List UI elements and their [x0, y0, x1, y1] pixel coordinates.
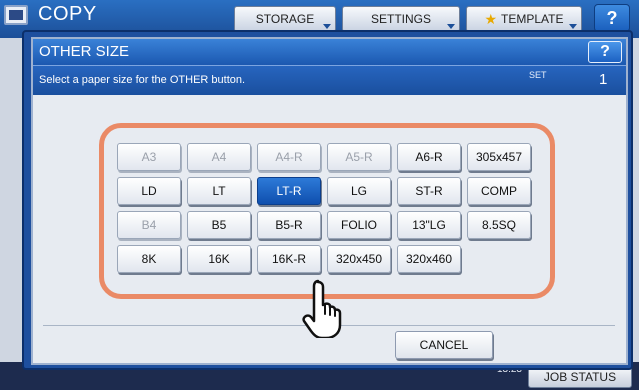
screen: COPY STORAGE SETTINGS ★ TEMPLATE ? 13:23…: [0, 0, 639, 390]
chevron-down-icon: [447, 24, 455, 29]
size-button[interactable]: 16K-R: [257, 245, 321, 273]
tab-template-label: TEMPLATE: [501, 12, 564, 26]
size-button[interactable]: A6-R: [397, 143, 461, 171]
size-button[interactable]: LT: [187, 177, 251, 205]
tab-settings-label: SETTINGS: [370, 12, 431, 26]
dialog-title: OTHER SIZE: [39, 43, 130, 60]
copy-app-icon: [4, 5, 28, 25]
size-button[interactable]: ST-R: [397, 177, 461, 205]
chevron-down-icon: [323, 24, 331, 29]
size-button[interactable]: LD: [117, 177, 181, 205]
app-title: COPY: [38, 3, 97, 25]
size-button: B4: [117, 211, 181, 239]
tab-template[interactable]: ★ TEMPLATE: [466, 6, 582, 32]
tab-storage-label: STORAGE: [255, 12, 315, 26]
size-button: A4-R: [257, 143, 321, 171]
size-button[interactable]: 16K: [187, 245, 251, 273]
size-button[interactable]: B5: [187, 211, 251, 239]
size-button[interactable]: B5-R: [257, 211, 321, 239]
size-button: A3: [117, 143, 181, 171]
size-button[interactable]: 13"LG: [397, 211, 461, 239]
size-button[interactable]: LT-R: [257, 177, 321, 205]
chevron-down-icon: [569, 24, 577, 29]
set-label: SET: [529, 70, 547, 80]
dialog-subheader: Select a paper size for the OTHER button…: [33, 65, 626, 95]
cancel-button[interactable]: CANCEL: [395, 331, 493, 359]
tab-storage[interactable]: STORAGE: [234, 6, 336, 32]
size-button[interactable]: 320x450: [327, 245, 391, 273]
app-help-button[interactable]: ?: [594, 4, 630, 32]
size-button[interactable]: FOLIO: [327, 211, 391, 239]
size-button: A4: [187, 143, 251, 171]
tab-settings[interactable]: SETTINGS: [342, 6, 460, 32]
size-button[interactable]: COMP: [467, 177, 531, 205]
dialog-header: OTHER SIZE ?: [33, 39, 626, 65]
pointing-hand-icon: [302, 279, 342, 338]
instruction-text: Select a paper size for the OTHER button…: [39, 74, 246, 86]
size-button: A5-R: [327, 143, 391, 171]
size-button[interactable]: 305x457: [467, 143, 531, 171]
size-button[interactable]: LG: [327, 177, 391, 205]
help-button[interactable]: ?: [588, 41, 622, 63]
star-icon: ★: [484, 10, 498, 27]
size-button[interactable]: 8.5SQ: [467, 211, 531, 239]
size-button[interactable]: 320x460: [397, 245, 461, 273]
set-count: 1: [599, 71, 608, 88]
size-button[interactable]: 8K: [117, 245, 181, 273]
